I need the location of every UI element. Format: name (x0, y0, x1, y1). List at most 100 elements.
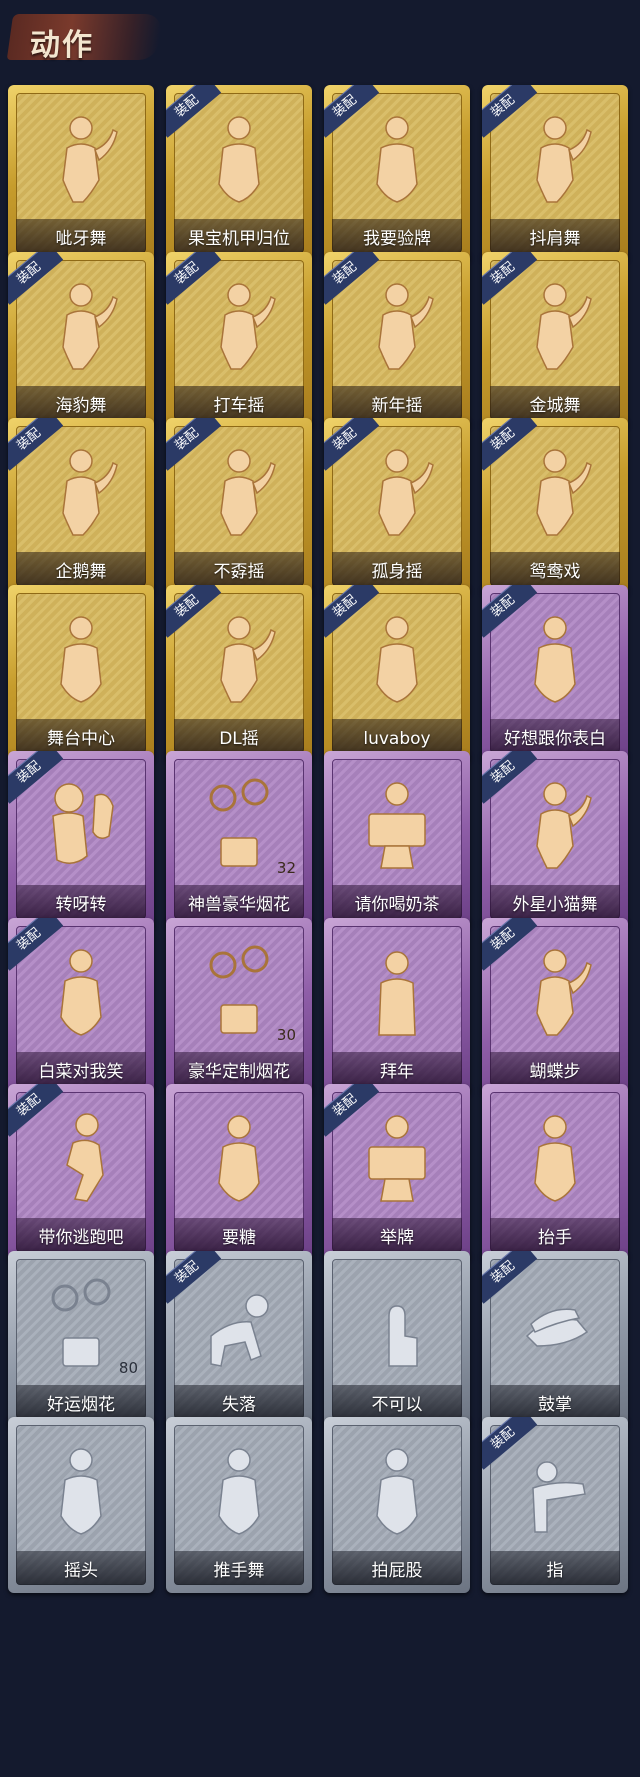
action-card[interactable]: 鼓掌 装配 (482, 1251, 628, 1427)
action-label: 新年摇 (371, 396, 423, 416)
action-card[interactable]: 32 神兽豪华烟花 (166, 751, 312, 927)
pose-figure-icon (43, 943, 119, 1039)
action-card[interactable]: 海豹舞 装配 (8, 252, 154, 428)
action-label: 神兽豪华烟花 (188, 895, 290, 915)
run-figure-icon (43, 1109, 119, 1205)
action-card[interactable]: 失落 装配 (166, 1251, 312, 1427)
action-label: 抬手 (538, 1228, 572, 1248)
action-card[interactable]: 我要验牌 装配 (324, 85, 470, 261)
dance-figure-icon (201, 277, 277, 373)
dance-figure-icon (517, 110, 593, 206)
action-card[interactable]: 呲牙舞 (8, 85, 154, 261)
action-label: 指 (546, 1561, 564, 1581)
action-card[interactable]: 蝴蝶步 装配 (482, 918, 628, 1094)
action-label: 拍屁股 (371, 1561, 423, 1581)
dance-figure-icon (517, 943, 593, 1039)
action-label: luvaboy (363, 729, 431, 749)
action-card[interactable]: 带你逃跑吧 装配 (8, 1084, 154, 1260)
action-label: 不孬摇 (213, 562, 265, 582)
action-card[interactable]: 外星小猫舞 装配 (482, 751, 628, 927)
action-card[interactable]: 打车摇 装配 (166, 252, 312, 428)
pose-figure-icon (359, 1442, 435, 1538)
action-card[interactable]: 拜年 (324, 918, 470, 1094)
dance-figure-icon (359, 443, 435, 539)
action-label: 打车摇 (213, 396, 265, 416)
action-card[interactable]: 30 豪华定制烟花 (166, 918, 312, 1094)
page-title: 动作 (30, 28, 94, 63)
action-label: 好想跟你表白 (504, 729, 606, 749)
action-label: 不可以 (371, 1395, 423, 1415)
action-label: 金城舞 (529, 396, 581, 416)
sign-figure-icon (359, 1109, 435, 1205)
dance-figure-icon (43, 277, 119, 373)
pose-figure-icon (517, 1109, 593, 1205)
action-card[interactable]: 抬手 (482, 1084, 628, 1260)
pose-figure-icon (517, 610, 593, 706)
fireworks-icon (201, 776, 277, 872)
action-card[interactable]: 拍屁股 (324, 1417, 470, 1593)
action-card[interactable]: 推手舞 (166, 1417, 312, 1593)
action-card[interactable]: 请你喝奶茶 (324, 751, 470, 927)
action-card[interactable]: 孤身摇 装配 (324, 418, 470, 594)
action-label: 转呀转 (55, 895, 107, 915)
action-card[interactable]: 企鹅舞 装配 (8, 418, 154, 594)
action-card[interactable]: 鸳鸯戏 装配 (482, 418, 628, 594)
fireworks-icon (201, 943, 277, 1039)
item-count: 80 (118, 1359, 138, 1377)
action-label: 白菜对我笑 (38, 1062, 124, 1082)
dance-figure-icon (517, 776, 593, 872)
action-card[interactable]: 80 好运烟花 (8, 1251, 154, 1427)
action-label: 豪华定制烟花 (188, 1062, 290, 1082)
action-card[interactable]: 金城舞 装配 (482, 252, 628, 428)
action-card[interactable]: 好想跟你表白 装配 (482, 585, 628, 761)
pose-figure-icon (201, 1442, 277, 1538)
action-card[interactable]: 不可以 (324, 1251, 470, 1427)
action-label: 要糖 (222, 1228, 256, 1248)
action-card[interactable]: 白菜对我笑 装配 (8, 918, 154, 1094)
bow-figure-icon (359, 943, 435, 1039)
action-card[interactable]: 新年摇 装配 (324, 252, 470, 428)
action-label: 呲牙舞 (55, 229, 107, 249)
pose-figure-icon (359, 610, 435, 706)
section-header: 动作 (0, 0, 640, 70)
pose-figure-icon (201, 110, 277, 206)
item-count: 32 (276, 859, 296, 877)
dance-figure-icon (359, 277, 435, 373)
action-label: 外星小猫舞 (512, 895, 598, 915)
action-label: 企鹅舞 (55, 562, 107, 582)
action-label: 抖肩舞 (529, 229, 581, 249)
action-card[interactable]: 果宝机甲归位 装配 (166, 85, 312, 261)
dance-figure-icon (517, 277, 593, 373)
action-card[interactable]: luvaboy 装配 (324, 585, 470, 761)
action-card[interactable]: 举牌 装配 (324, 1084, 470, 1260)
action-card[interactable]: 转呀转 装配 (8, 751, 154, 927)
action-card[interactable]: 舞台中心 (8, 585, 154, 761)
action-card[interactable]: 抖肩舞 装配 (482, 85, 628, 261)
action-label: 我要验牌 (363, 229, 431, 249)
action-label: 请你喝奶茶 (354, 895, 440, 915)
action-label: 海豹舞 (55, 396, 107, 416)
action-label: 蝴蝶步 (529, 1062, 581, 1082)
action-card[interactable]: 指装配 (482, 1417, 628, 1593)
puppet-figure-icon (43, 776, 119, 872)
action-label: 果宝机甲归位 (188, 229, 290, 249)
action-card[interactable]: 不孬摇 装配 (166, 418, 312, 594)
action-card[interactable]: 要糖 (166, 1084, 312, 1260)
action-label: 鸳鸯戏 (529, 562, 581, 582)
action-label: 失落 (222, 1395, 256, 1415)
action-card[interactable]: 摇头 (8, 1417, 154, 1593)
action-label: 好运烟花 (47, 1395, 115, 1415)
action-label: 摇头 (64, 1561, 98, 1581)
action-label: 孤身摇 (371, 562, 423, 582)
dance-figure-icon (201, 443, 277, 539)
dance-figure-icon (43, 443, 119, 539)
crawl-figure-icon (201, 1276, 277, 1372)
fireworks-icon (43, 1276, 119, 1372)
action-label: 鼓掌 (538, 1395, 572, 1415)
pose-figure-icon (359, 110, 435, 206)
action-label: 推手舞 (213, 1561, 265, 1581)
point-icon (517, 1442, 593, 1538)
item-count: 30 (276, 1026, 296, 1044)
action-card[interactable]: DL摇 装配 (166, 585, 312, 761)
action-label: 舞台中心 (47, 729, 115, 749)
